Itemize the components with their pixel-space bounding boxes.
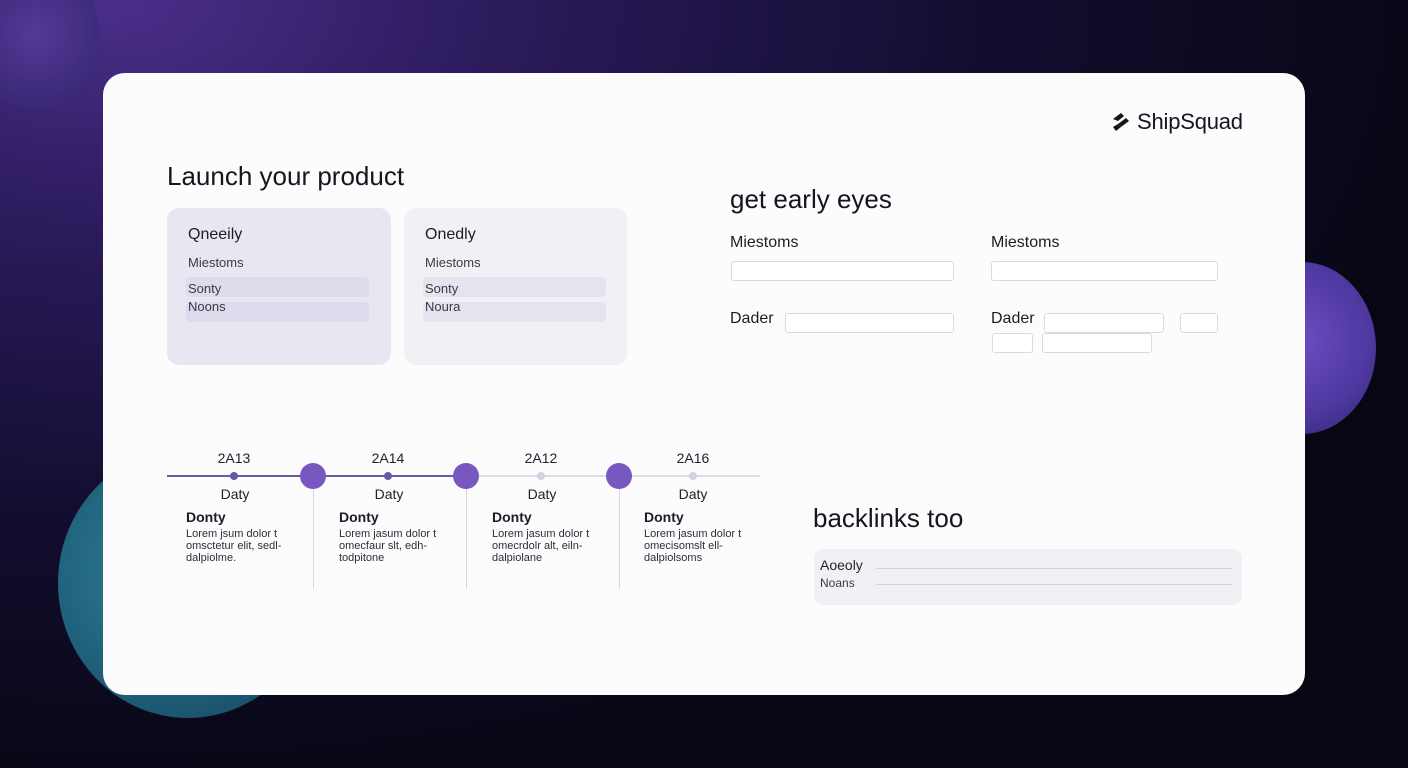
date-field-wide[interactable]	[1042, 333, 1152, 353]
ship-logo-icon	[1110, 111, 1132, 133]
timeline-heading: Donty	[644, 509, 684, 525]
launch-card-row: Noura	[425, 299, 461, 314]
timeline-dot	[384, 472, 392, 480]
timeline-node[interactable]	[453, 463, 479, 489]
milestones-label-right: Miestoms	[991, 234, 1060, 251]
date-label-left: Dader	[730, 310, 774, 327]
timeline-year: 2A16	[676, 450, 710, 466]
timeline-divider	[619, 489, 620, 589]
timeline-divider	[313, 489, 314, 589]
date-field-small[interactable]	[992, 333, 1033, 353]
timeline-heading: Donty	[186, 509, 226, 525]
timeline-day: Daty	[527, 486, 557, 502]
date-label-right: Dader	[991, 310, 1035, 327]
launch-card-row: Noons	[188, 299, 226, 314]
timeline-body: Lorem jsum dolor t omsctetur elit, sedl-…	[186, 528, 282, 564]
milestones-field-left[interactable]	[731, 261, 954, 281]
date-field-right[interactable]	[1044, 313, 1164, 333]
brand-name: ShipSquad	[1137, 109, 1243, 134]
backlinks-row: Noans	[820, 576, 855, 590]
timeline-heading: Donty	[492, 509, 532, 525]
milestones-field-right[interactable]	[991, 261, 1218, 281]
launch-card-subtitle: Miestoms	[188, 255, 244, 270]
early-eyes-heading: get early eyes	[730, 184, 892, 214]
main-card: ShipSquad Launch your product Qneeily Mi…	[103, 73, 1305, 695]
launch-card-row: Sonty	[425, 281, 459, 296]
timeline-body: Lorem jasum dolor t omecrdolr alt, eiln-…	[492, 528, 590, 564]
date-field-right-extra[interactable]	[1180, 313, 1218, 333]
timeline-year: 2A13	[217, 450, 251, 466]
timeline-day: Daty	[374, 486, 404, 502]
launch-card-2[interactable]: Onedly Miestoms Sonty Noura	[404, 208, 627, 365]
backlinks-rule	[876, 568, 1232, 569]
date-field-left[interactable]	[785, 313, 954, 333]
milestones-label-left: Miestoms	[730, 234, 799, 251]
timeline-dot	[230, 472, 238, 480]
timeline-year: 2A14	[371, 450, 405, 466]
timeline-dot	[537, 472, 545, 480]
timeline-dot	[689, 472, 697, 480]
timeline-node[interactable]	[606, 463, 632, 489]
backlinks-heading: backlinks too	[813, 503, 964, 533]
timeline-body: Lorem jasum dolor t omecisomslt ell- dal…	[644, 528, 742, 564]
backlinks-row: Aoeoly	[820, 557, 863, 573]
launch-card-subtitle: Miestoms	[425, 255, 481, 270]
launch-card-title: Qneeily	[188, 226, 243, 243]
timeline-node[interactable]	[300, 463, 326, 489]
launch-card-row: Sonty	[188, 281, 222, 296]
brand-logo[interactable]: ShipSquad	[1110, 109, 1243, 135]
launch-heading: Launch your product	[167, 161, 405, 191]
launch-card-1[interactable]: Qneeily Miestoms Sonty Noons	[167, 208, 391, 365]
launch-card-title: Onedly	[425, 226, 476, 243]
timeline-body: Lorem jasum dolor t omecfaur slt, edh- t…	[339, 528, 437, 564]
timeline-day: Daty	[678, 486, 708, 502]
timeline-divider	[466, 489, 467, 589]
timeline-day: Daty	[220, 486, 250, 502]
timeline-year: 2A12	[524, 450, 558, 466]
timeline-heading: Donty	[339, 509, 379, 525]
background-blob-corner	[0, 0, 100, 110]
backlinks-panel[interactable]: Aoeoly Noans	[814, 549, 1242, 605]
launch-timeline: 2A13 2A14 2A12 2A16 Daty Daty Daty Daty …	[167, 445, 767, 595]
backlinks-rule	[876, 584, 1232, 585]
